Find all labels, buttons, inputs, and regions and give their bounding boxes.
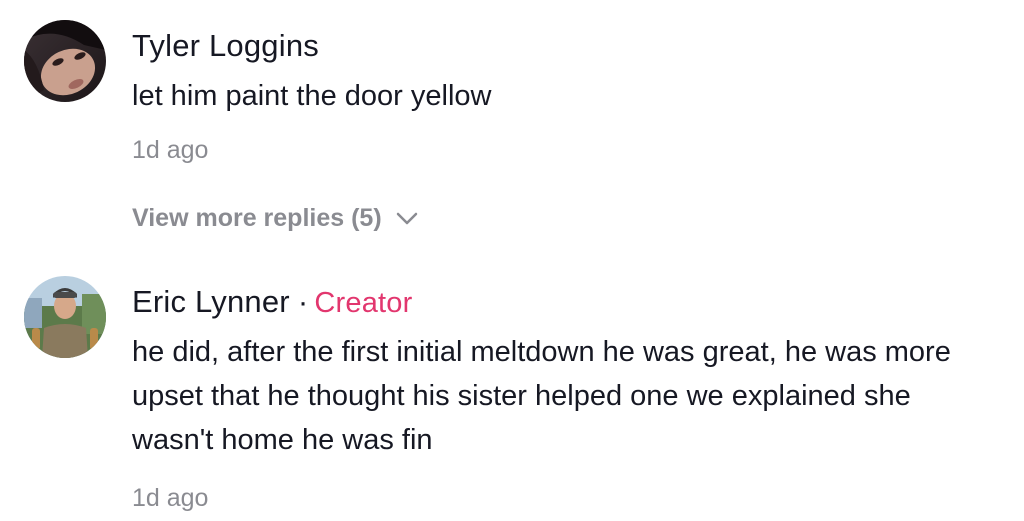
author-name[interactable]: Eric Lynner bbox=[132, 284, 290, 319]
comment-text: let him paint the door yellow bbox=[132, 80, 492, 112]
view-more-replies-label: View more replies (5) bbox=[132, 204, 382, 232]
view-more-replies-button[interactable]: View more replies (5) bbox=[132, 204, 418, 233]
avatar[interactable] bbox=[24, 20, 106, 102]
comment-text: he did, after the first initial meltdown… bbox=[132, 336, 951, 456]
separator-dot: · bbox=[297, 284, 309, 319]
profile-photo-icon bbox=[24, 276, 106, 358]
author-name[interactable]: Tyler Loggins bbox=[132, 28, 319, 63]
timestamp: 1d ago bbox=[132, 484, 209, 512]
avatar[interactable] bbox=[24, 276, 106, 358]
author-line: Tyler Loggins bbox=[132, 28, 319, 64]
timestamp: 1d ago bbox=[132, 136, 209, 164]
profile-photo-icon bbox=[24, 20, 106, 102]
chevron-down-icon bbox=[396, 212, 417, 224]
author-line: Eric Lynner · Creator bbox=[132, 284, 412, 320]
creator-badge: Creator bbox=[314, 287, 413, 319]
